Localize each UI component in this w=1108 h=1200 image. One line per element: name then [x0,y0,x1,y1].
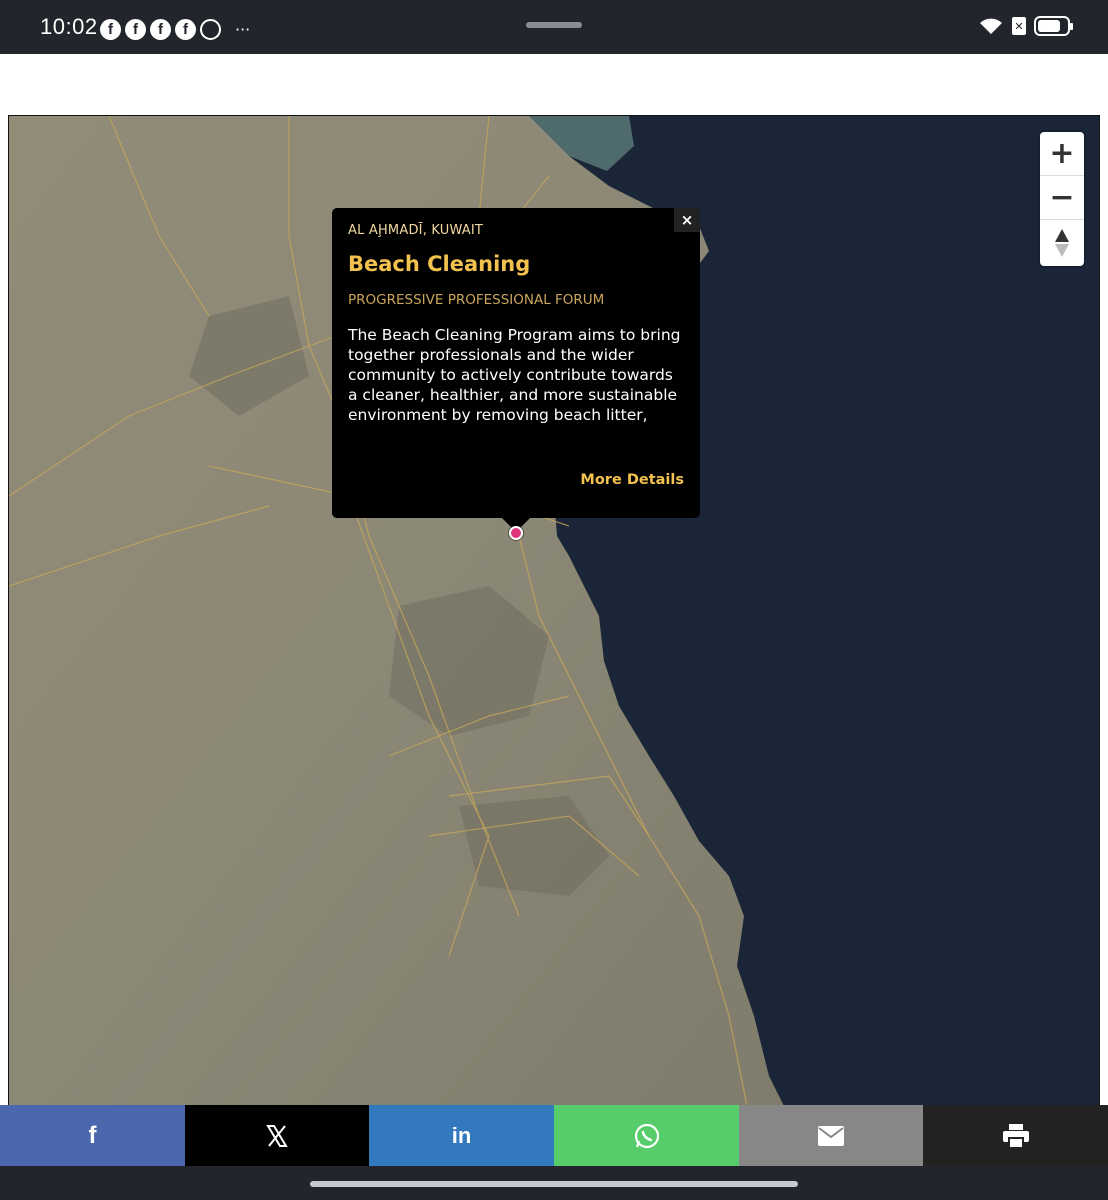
mail-icon [818,1125,844,1146]
compass-icon [1055,229,1069,257]
facebook-icon: f [125,19,146,40]
battery-icon [1034,16,1073,36]
event-popup: × AL AḨMADĪ, KUWAIT Beach Cleaning PROGR… [332,208,700,532]
top-handle [526,22,582,28]
linkedin-icon: in [451,1122,472,1148]
system-icons: ✕ [978,16,1073,36]
status-time: 10:02 [40,14,98,39]
share-x-button[interactable] [185,1105,369,1166]
sim-disabled-icon: ✕ [1012,17,1026,35]
popup-title: Beach Cleaning [348,252,531,276]
zoom-in-button[interactable]: + [1040,132,1084,176]
zoom-out-button[interactable]: − [1040,176,1084,220]
popup-description: The Beach Cleaning Program aims to bring… [348,326,681,424]
whatsapp-icon [200,19,221,40]
share-bar: f in [0,1105,1108,1166]
share-email-button[interactable] [739,1105,923,1166]
facebook-icon: f [88,1121,97,1149]
more-details-link[interactable]: More Details [580,472,684,488]
close-popup-button[interactable]: × [674,208,700,232]
more-notifications-indicator: ··· [235,19,251,39]
share-facebook-button[interactable]: f [0,1105,185,1166]
facebook-icon: f [175,19,196,40]
share-whatsapp-button[interactable] [554,1105,739,1166]
whatsapp-icon [634,1123,659,1148]
facebook-icon: f [100,19,121,40]
home-gesture-handle[interactable] [310,1181,798,1187]
system-nav-bar [0,1166,1108,1200]
printer-icon [1002,1123,1029,1149]
x-icon [266,1124,288,1147]
print-button[interactable] [923,1105,1108,1166]
status-bar: 10:02 f f f f ··· ✕ [0,0,1108,54]
location-marker[interactable] [509,526,523,540]
wifi-icon [980,18,1002,34]
popup-organization: PROGRESSIVE PROFESSIONAL FORUM [348,292,605,308]
popup-location: AL AḨMADĪ, KUWAIT [348,223,484,238]
notification-icons: f f f f ··· [100,19,250,40]
reset-north-button[interactable] [1040,220,1084,266]
zoom-controls: + − [1040,132,1084,266]
share-linkedin-button[interactable]: in [369,1105,554,1166]
map-view[interactable]: + − × AL AḨMADĪ, KUWAIT Beach Cleaning P… [8,115,1100,1115]
facebook-icon: f [150,19,171,40]
